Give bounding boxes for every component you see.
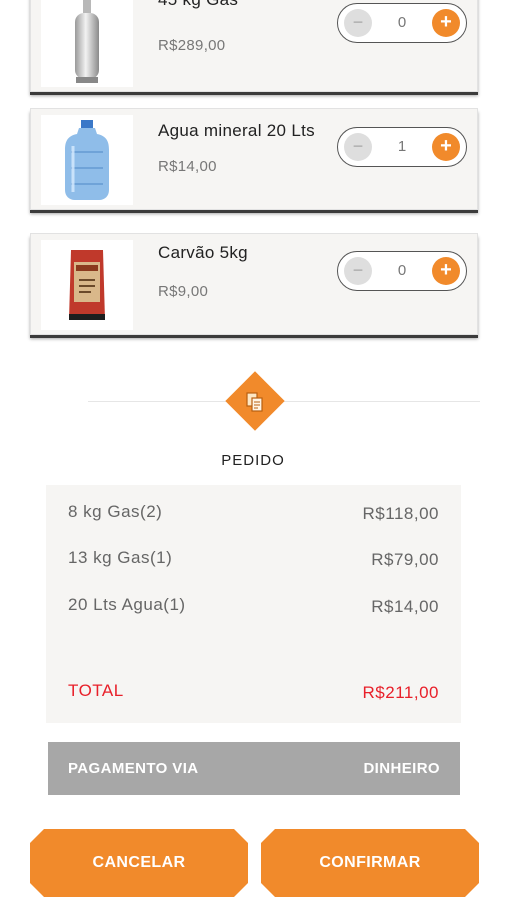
quantity-stepper: − 0 + [337,251,467,291]
order-line-item: 13 kg Gas(1) R$79,00 [68,548,439,572]
order-line-item: 8 kg Gas(2) R$118,00 [68,502,439,526]
increase-button[interactable]: + [432,9,460,37]
divider-right [282,401,480,402]
order-document-icon [246,392,263,412]
product-card-agua-mineral: Agua mineral 20 Lts R$14,00 − 1 + [30,108,478,210]
decrease-button[interactable]: − [344,257,372,285]
product-card-gas-45kg: 45 kg Gas R$289,00 − 0 + [30,0,478,92]
decrease-button[interactable]: − [344,133,372,161]
total-value: R$211,00 [362,683,439,702]
order-summary: 8 kg Gas(2) R$118,00 13 kg Gas(1) R$79,0… [46,485,461,723]
decrease-button[interactable]: − [344,9,372,37]
product-price: R$289,00 [158,37,226,54]
payment-method-selector[interactable]: PAGAMENTO VIA DINHEIRO [48,742,460,795]
payment-method-value: DINHEIRO [363,760,440,777]
divider-left [88,401,228,402]
increase-button[interactable]: + [432,133,460,161]
quantity-stepper: − 1 + [337,127,467,167]
quantity-value: 1 [397,138,407,155]
gas-cylinder-icon [75,0,99,83]
product-image [41,115,133,205]
cancel-button[interactable]: CANCELAR [30,829,248,897]
order-item-label: 8 kg Gas(2) [68,502,163,521]
product-image [41,240,133,330]
increase-button[interactable]: + [432,257,460,285]
product-name: Agua mineral 20 Lts [158,121,315,140]
quantity-stepper: − 0 + [337,3,467,43]
charcoal-bag-icon [69,250,105,320]
confirm-button[interactable]: CONFIRMAR [261,829,479,897]
order-item-value: R$118,00 [362,504,439,523]
product-price: R$14,00 [158,158,217,175]
payment-label: PAGAMENTO VIA [68,760,199,777]
water-jug-icon [65,120,109,200]
order-item-label: 20 Lts Agua(1) [68,595,186,614]
product-name: 45 kg Gas [158,0,238,10]
product-name: Carvão 5kg [158,243,248,262]
product-card-carvao: Carvão 5kg R$9,00 − 0 + [30,233,478,335]
quantity-value: 0 [397,14,407,31]
order-item-value: R$79,00 [371,550,439,569]
order-line-item: 20 Lts Agua(1) R$14,00 [68,595,439,619]
order-item-value: R$14,00 [371,597,439,616]
order-item-label: 13 kg Gas(1) [68,548,173,567]
product-price: R$9,00 [158,283,209,300]
order-title: PEDIDO [221,452,285,469]
order-total-row: TOTAL R$211,00 [68,681,439,705]
quantity-value: 0 [397,262,407,279]
product-image [41,0,133,87]
total-label: TOTAL [68,681,124,700]
